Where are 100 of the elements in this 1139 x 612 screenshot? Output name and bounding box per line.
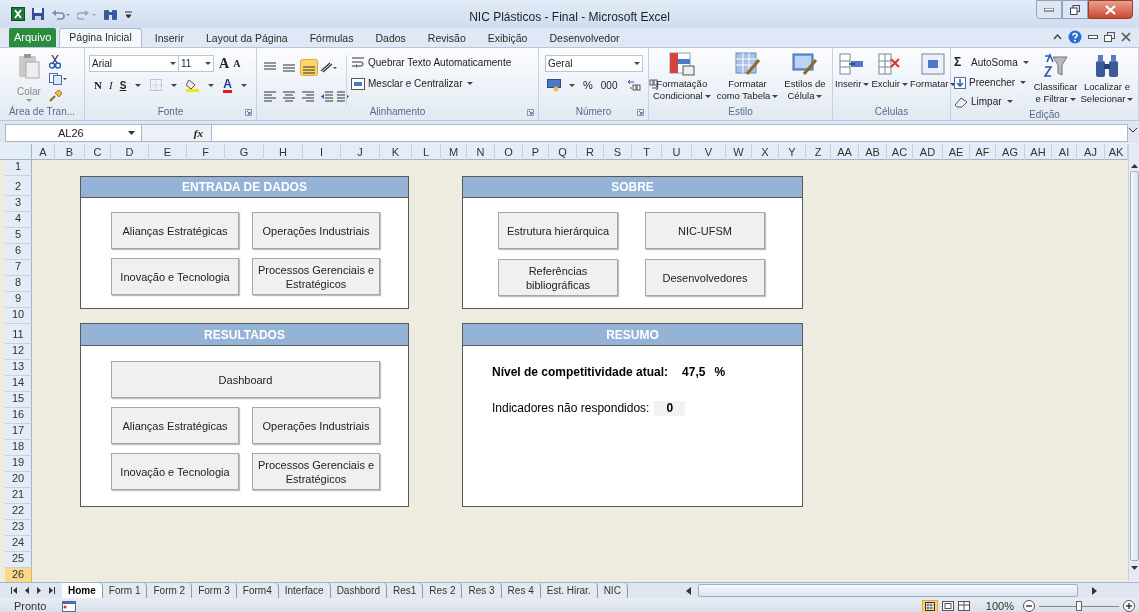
ribbon-tab[interactable]: Inserir <box>145 30 193 47</box>
ribbon-tab[interactable]: Exibição <box>478 30 537 47</box>
align-top-icon[interactable] <box>263 61 277 73</box>
row-header[interactable]: 22 <box>5 504 32 520</box>
row-header[interactable]: 17 <box>5 424 32 440</box>
ribbon-button[interactable]: Preencher <box>954 75 1031 90</box>
ribbon-button[interactable]: Estilos de Célula <box>784 52 826 106</box>
row-header[interactable]: 10 <box>5 308 32 324</box>
column-header[interactable]: T <box>632 144 662 160</box>
row-header[interactable]: 15 <box>5 392 32 408</box>
column-header[interactable]: I <box>303 144 341 160</box>
increase-decimal-icon[interactable] <box>627 79 642 92</box>
normal-view-button[interactable] <box>921 599 938 612</box>
restore-icon[interactable] <box>1104 32 1115 42</box>
column-header[interactable]: G <box>225 144 264 160</box>
scissors-icon[interactable] <box>48 55 61 69</box>
ribbon-tab[interactable]: Fórmulas <box>300 30 363 47</box>
sheet-button[interactable]: NIC-UFSM <box>645 212 765 249</box>
copy-icon[interactable] <box>48 73 67 85</box>
caret-icon[interactable] <box>1022 60 1029 64</box>
row-header[interactable]: 4 <box>5 212 32 228</box>
sheet-tab[interactable]: Form 1 <box>102 582 148 599</box>
sheet-button[interactable]: Desenvolvedores <box>645 259 765 296</box>
scroll-thumb[interactable] <box>1129 171 1139 561</box>
binoculars-icon[interactable] <box>103 7 118 21</box>
ribbon-button[interactable]: Formatar como Tabela <box>716 52 779 106</box>
ribbon-tab[interactable]: Layout da Página <box>196 30 297 47</box>
sheet-tab[interactable]: Res 2 <box>423 582 463 599</box>
ribbon-button[interactable]: Classificar e Filtrar <box>1033 53 1078 109</box>
dialog-launcher-icon[interactable] <box>637 109 644 116</box>
ribbon-button[interactable]: Σ AutoSoma <box>954 53 1031 71</box>
first-sheet-icon[interactable] <box>11 587 17 594</box>
column-header[interactable]: A <box>32 144 55 160</box>
ribbon-tab[interactable]: Dados <box>366 30 415 47</box>
column-header[interactable]: M <box>441 144 467 160</box>
close-button[interactable] <box>1088 0 1133 19</box>
sheet-button[interactable]: Processos Gerenciais e Estratégicos <box>252 453 380 490</box>
row-header[interactable]: 12 <box>5 344 32 360</box>
column-header[interactable]: X <box>752 144 779 160</box>
scroll-right-icon[interactable] <box>1092 586 1097 595</box>
caret-icon[interactable] <box>135 83 142 87</box>
row-header[interactable]: 6 <box>5 244 32 260</box>
percent-button[interactable]: % <box>583 77 593 94</box>
row-header[interactable]: 8 <box>5 276 32 292</box>
next-sheet-icon[interactable] <box>37 587 41 594</box>
sheet-button[interactable]: Alianças Estratégicas <box>111 407 239 444</box>
underline-button[interactable]: S <box>119 77 127 93</box>
column-header[interactable]: R <box>577 144 604 160</box>
zoom-out-icon[interactable] <box>1023 600 1035 612</box>
caret-icon[interactable] <box>1020 81 1027 84</box>
previous-sheet-icon[interactable] <box>25 587 29 594</box>
row-header[interactable]: 7 <box>5 260 32 276</box>
row-header[interactable]: 24 <box>5 536 32 552</box>
fill-color-icon[interactable] <box>186 78 200 93</box>
save-icon[interactable] <box>31 7 45 21</box>
zoom-in-icon[interactable] <box>1123 600 1135 612</box>
ribbon-button[interactable]: Localizar e Selecionar <box>1080 53 1134 109</box>
merge-center-button[interactable]: Mesclar e Centralizar <box>351 76 512 91</box>
caret-icon[interactable] <box>704 94 711 98</box>
sheet-button[interactable]: Inovação e Tecnologia <box>111 258 239 295</box>
column-header[interactable]: Z <box>806 144 831 160</box>
column-header[interactable]: AB <box>859 144 887 160</box>
caret-icon[interactable] <box>467 82 474 85</box>
wrap-text-button[interactable]: Quebrar Texto Automaticamente <box>351 55 512 70</box>
sheet-tab[interactable]: Form4 <box>236 582 279 599</box>
sheet-button[interactable]: Referências bibliográficas <box>498 259 618 296</box>
row-header[interactable]: 13 <box>5 360 32 376</box>
font-size-field[interactable]: 11 <box>179 55 214 72</box>
row-header[interactable]: 26 <box>5 568 32 582</box>
align-left-icon[interactable] <box>263 91 277 103</box>
sheet-tab[interactable]: Interface <box>278 582 331 599</box>
orientation-icon[interactable] <box>320 61 338 73</box>
sheet-tab[interactable]: Res1 <box>387 582 424 599</box>
row-header[interactable]: 14 <box>5 376 32 392</box>
row-header[interactable]: 16 <box>5 408 32 424</box>
column-header[interactable]: Q <box>549 144 577 160</box>
scroll-down-icon[interactable] <box>1130 566 1138 570</box>
row-header[interactable]: 18 <box>5 440 32 456</box>
column-header[interactable]: O <box>495 144 523 160</box>
font-name-field[interactable]: Arial <box>89 55 179 72</box>
caret-icon[interactable] <box>1069 97 1076 101</box>
ribbon-tab[interactable]: Página Inicial <box>59 28 142 47</box>
column-header[interactable]: Y <box>779 144 806 160</box>
row-header[interactable]: 20 <box>5 472 32 488</box>
help-icon[interactable] <box>1068 30 1082 44</box>
dialog-launcher-icon[interactable] <box>527 109 534 116</box>
column-header[interactable]: AC <box>887 144 913 160</box>
ribbon-button[interactable]: Formatação Condicional <box>653 52 711 106</box>
caret-icon[interactable] <box>816 94 823 98</box>
caret-icon[interactable] <box>208 83 215 87</box>
close-icon[interactable] <box>1121 32 1131 42</box>
align-middle-icon[interactable] <box>282 61 296 73</box>
row-header[interactable]: 25 <box>5 552 32 568</box>
align-center-icon[interactable] <box>282 91 296 103</box>
collapse-ribbon-icon[interactable] <box>1053 34 1062 40</box>
name-box[interactable]: AL26 <box>5 124 142 142</box>
restore-button[interactable] <box>1062 0 1088 19</box>
font-color-button[interactable]: A <box>223 77 232 93</box>
shrink-font-button[interactable]: A <box>233 56 241 71</box>
column-header[interactable]: L <box>412 144 441 160</box>
